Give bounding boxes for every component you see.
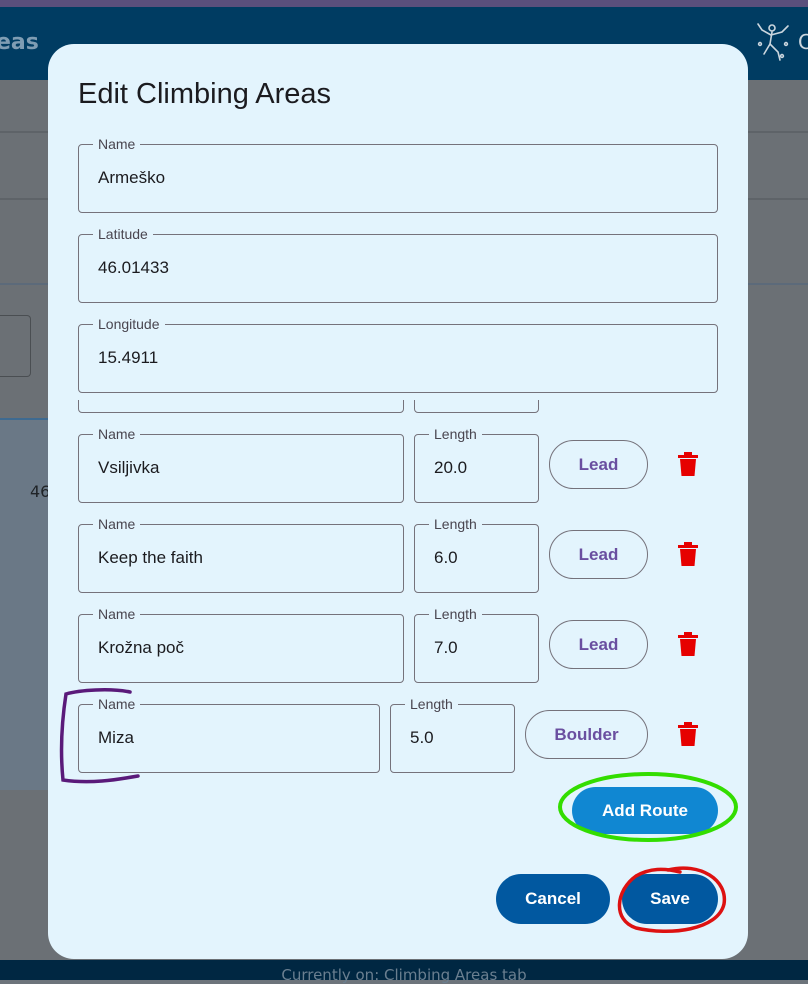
route-type-button[interactable]: Boulder — [525, 710, 648, 759]
route-length-label: Length — [405, 695, 458, 713]
route-type-button[interactable]: Lead — [549, 530, 648, 579]
delete-route-icon[interactable] — [678, 542, 698, 566]
edit-climbing-area-dialog: Edit Climbing Areas Name Armeško Latitud… — [48, 44, 748, 959]
route-length-field[interactable]: Length 6.0 — [414, 515, 539, 593]
climber-icon[interactable] — [752, 20, 796, 64]
app-header-title: eas — [0, 30, 39, 55]
cancel-button[interactable]: Cancel — [496, 874, 610, 924]
route-type-button[interactable]: Lead — [549, 440, 648, 489]
route-length-field[interactable] — [414, 400, 539, 413]
latitude-value: 46.01433 — [98, 258, 169, 277]
delete-route-icon[interactable] — [678, 632, 698, 656]
route-length-value: 6.0 — [434, 548, 458, 567]
route-name-field[interactable]: Name Keep the faith — [78, 515, 404, 593]
route-length-label: Length — [429, 425, 482, 443]
route-name-label: Name — [93, 425, 141, 443]
route-name-field[interactable]: Name Krožna poč — [78, 605, 404, 683]
delete-route-icon[interactable] — [678, 452, 698, 476]
route-name-value: Krožna poč — [98, 638, 184, 657]
route-length-value: 20.0 — [434, 458, 468, 477]
route-length-field[interactable]: Length 5.0 — [390, 695, 515, 773]
background-search-field[interactable] — [0, 315, 31, 377]
area-name-field[interactable]: Name Armeško — [78, 135, 718, 213]
route-length-label: Length — [429, 515, 482, 533]
longitude-label: Longitude — [93, 315, 165, 333]
route-length-value: 7.0 — [434, 638, 458, 657]
route-name-label: Name — [93, 515, 141, 533]
latitude-field[interactable]: Latitude 46.01433 — [78, 225, 718, 303]
route-length-value: 5.0 — [410, 728, 434, 747]
route-name-label: Name — [93, 695, 141, 713]
route-name-field[interactable]: Name Vsiljivka — [78, 425, 404, 503]
route-name-value: Miza — [98, 728, 134, 747]
route-name-field[interactable]: Name Miza — [78, 695, 380, 773]
route-length-field[interactable]: Length 7.0 — [414, 605, 539, 683]
app-footer-text: Currently on: Climbing Areas tab — [281, 966, 527, 984]
route-length-field[interactable]: Length 20.0 — [414, 425, 539, 503]
route-row-scrolled — [78, 400, 718, 414]
save-button[interactable]: Save — [622, 874, 718, 924]
dialog-title: Edit Climbing Areas — [78, 78, 332, 110]
area-name-label: Name — [93, 135, 141, 153]
latitude-label: Latitude — [93, 225, 153, 243]
route-name-value: Vsiljivka — [98, 458, 160, 477]
longitude-value: 15.4911 — [98, 348, 159, 367]
route-name-field[interactable] — [78, 400, 404, 413]
longitude-field[interactable]: Longitude 15.4911 — [78, 315, 718, 393]
route-name-label: Name — [93, 605, 141, 623]
route-type-button[interactable]: Lead — [549, 620, 648, 669]
delete-route-icon[interactable] — [678, 722, 698, 746]
area-name-value: Armeško — [98, 168, 166, 187]
route-name-value: Keep the faith — [98, 548, 203, 567]
route-length-label: Length — [429, 605, 482, 623]
app-header-letter: C — [798, 30, 808, 54]
top-accent-stripe — [0, 0, 808, 7]
add-route-button[interactable]: Add Route — [572, 787, 718, 834]
